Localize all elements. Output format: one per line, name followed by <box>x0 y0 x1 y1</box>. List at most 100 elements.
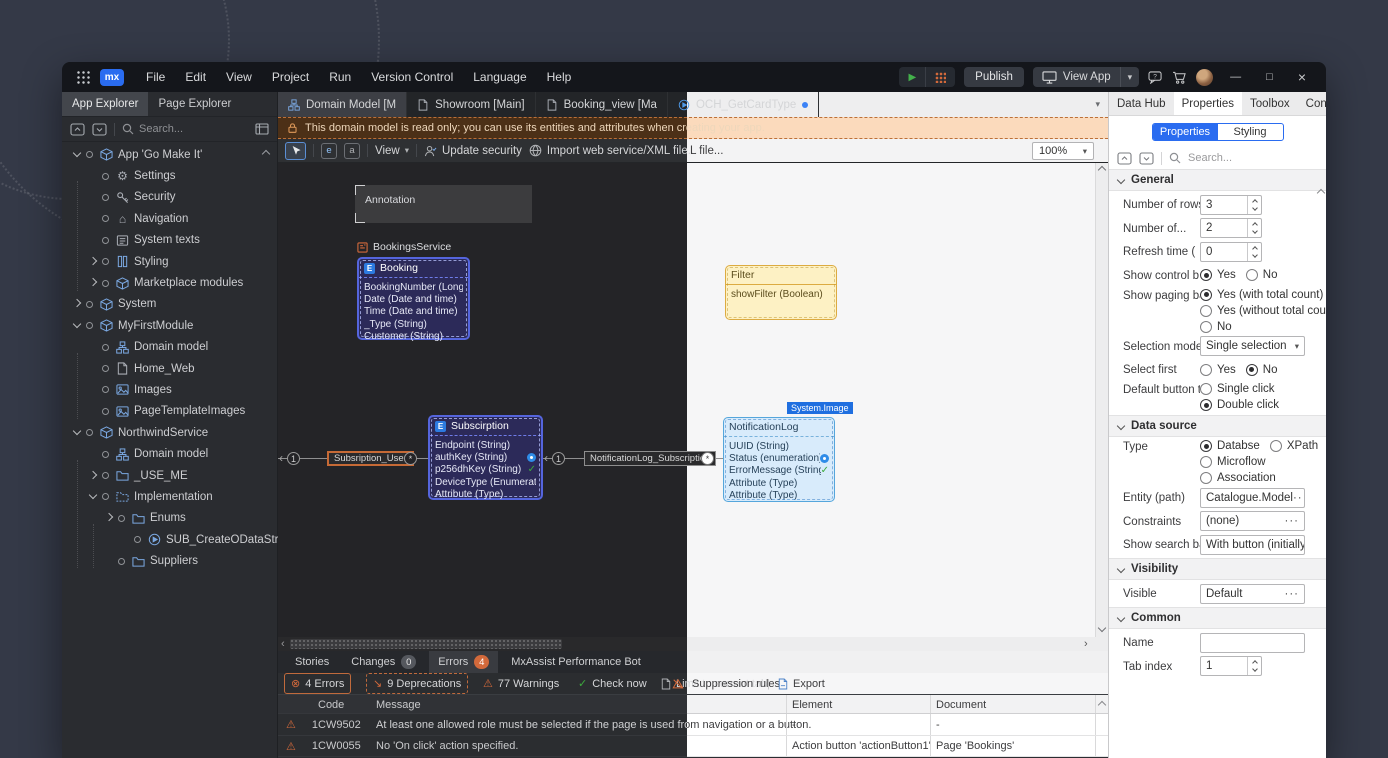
view-menu-button[interactable]: View ▾ <box>375 145 409 157</box>
expander-icon[interactable] <box>70 319 84 333</box>
close-button[interactable]: × <box>1290 69 1314 85</box>
number-of-stepper[interactable]: 2 <box>1200 218 1262 238</box>
canvas-vertical-scrollbar[interactable] <box>1095 163 1108 637</box>
run-app-button[interactable]: ▶ <box>899 67 925 87</box>
minimize-button[interactable]: — <box>1222 71 1249 83</box>
entity-attribute[interactable]: UUID (String) <box>729 440 829 452</box>
warnings-filter-button[interactable]: ⚠77 Warnings <box>483 673 559 694</box>
entity-attribute[interactable]: p256dhKey (String)✓ <box>435 464 536 476</box>
expander-icon[interactable] <box>86 469 100 483</box>
export-button[interactable]: Export <box>778 673 825 694</box>
explorer-search-input[interactable] <box>139 123 229 135</box>
errors-filter-button[interactable]: ⊗4 Errors <box>284 673 351 694</box>
collapse-all-icon[interactable] <box>70 123 85 136</box>
stepper-buttons[interactable] <box>1247 657 1261 675</box>
collapse-all-icon[interactable] <box>1117 152 1132 165</box>
scroll-left-icon[interactable]: ‹ <box>281 637 285 651</box>
radio-xpath[interactable]: XPath <box>1270 440 1318 452</box>
tree-scroll-up-icon[interactable] <box>263 148 269 160</box>
tab-app-explorer[interactable]: App Explorer <box>62 92 148 116</box>
section-visibility[interactable]: Visibility <box>1109 558 1326 580</box>
entity-filter[interactable]: Filter showFilter (Boolean) <box>725 265 837 320</box>
section-general[interactable]: General <box>1109 169 1326 191</box>
domain-model-canvas[interactable]: Annotation BookingsService E Booking Boo… <box>278 163 1108 637</box>
radio-single-click[interactable]: Single click <box>1200 383 1318 395</box>
entity-attribute[interactable]: _Type (String) <box>364 318 463 330</box>
tab-data-hub[interactable]: Data Hub <box>1109 92 1174 115</box>
select-tool-button[interactable] <box>285 142 306 160</box>
menu-help[interactable]: Help <box>537 70 582 84</box>
radio-yes-with-total[interactable]: Yes (with total count) <box>1200 289 1318 301</box>
mendix-logo[interactable]: mx <box>100 69 124 86</box>
browse-button[interactable]: ··· <box>1285 515 1300 527</box>
expand-all-icon[interactable] <box>92 123 107 136</box>
expander-icon[interactable] <box>70 148 84 162</box>
user-avatar[interactable] <box>1196 69 1213 86</box>
tab-index-stepper[interactable]: 1 <box>1200 656 1262 676</box>
entity-attribute[interactable]: Attribute (Type) <box>435 489 536 501</box>
column-message[interactable]: Message <box>376 695 421 714</box>
entity-attribute[interactable]: Time (Date and time) <box>364 306 463 318</box>
refresh-time-stepper[interactable]: 0 <box>1200 242 1262 262</box>
expander-icon[interactable] <box>102 511 116 525</box>
entity-attribute[interactable]: showFilter (Boolean) <box>731 288 831 300</box>
tree-item-northwindservice[interactable]: NorthwindService <box>62 422 277 443</box>
tree-item-implementation[interactable]: Implementation <box>62 486 277 507</box>
section-data-source[interactable]: Data source <box>1109 415 1326 437</box>
layout-filter-icon[interactable] <box>255 123 269 135</box>
tab-page-explorer[interactable]: Page Explorer <box>148 92 241 116</box>
tree-item-home-web[interactable]: Home_Web <box>62 358 277 379</box>
maximize-button[interactable]: □ <box>1258 71 1281 83</box>
scroll-right-icon[interactable]: › <box>1084 637 1088 651</box>
suppression-rules-button[interactable]: Suppression rules <box>672 673 780 694</box>
tree-item-domain-model[interactable]: Domain model <box>62 337 277 358</box>
doc-tab-showroom[interactable]: Showroom [Main] <box>407 92 535 117</box>
deprecations-filter-button[interactable]: ↘9 Deprecations <box>366 673 468 694</box>
tab-stories[interactable]: Stories <box>286 651 338 673</box>
tree-item-suppliers[interactable]: Suppliers <box>62 550 277 571</box>
radio-yes[interactable]: Yes <box>1200 269 1236 281</box>
feedback-icon[interactable]: ? <box>1148 71 1163 84</box>
canvas-horizontal-scrollbar[interactable]: ‹ › <box>278 637 1108 651</box>
entity-booking[interactable]: E Booking BookingNumber (Long) Date (Dat… <box>357 257 470 340</box>
entity-attribute[interactable]: Endpoint (String) <box>435 439 536 451</box>
entity-tool-button[interactable]: e <box>321 143 337 159</box>
radio-yes[interactable]: Yes <box>1200 364 1236 376</box>
tab-changes[interactable]: Changes0 <box>342 651 425 673</box>
tab-mxassist[interactable]: MxAssist Performance Bot <box>502 651 650 673</box>
bookings-service-label[interactable]: BookingsService <box>357 241 451 253</box>
properties-search-input[interactable] <box>1188 152 1288 164</box>
scrollbar-thumb[interactable] <box>290 639 562 649</box>
view-app-button[interactable]: View App ▾ <box>1033 67 1139 87</box>
browse-button[interactable]: ··· <box>1293 492 1305 504</box>
expander-icon[interactable] <box>70 297 84 311</box>
tree-item-enums[interactable]: Enums <box>62 508 277 529</box>
expand-all-icon[interactable] <box>1139 152 1154 165</box>
doc-tab-booking-view[interactable]: Booking_view [Ma <box>536 92 668 117</box>
menu-file[interactable]: File <box>136 70 175 84</box>
entity-path-field[interactable]: Catalogue.Model··· <box>1200 488 1305 508</box>
menu-run[interactable]: Run <box>319 70 361 84</box>
radio-double-click[interactable]: Double click <box>1200 399 1318 411</box>
tree-item-use-me[interactable]: _USE_ME <box>62 465 277 486</box>
check-now-button[interactable]: ✓Check now <box>578 673 647 694</box>
tree-item-system-texts[interactable]: System texts <box>62 230 277 251</box>
entity-attribute[interactable]: authKey (String) <box>435 451 536 463</box>
doc-tab-och-getcardtype[interactable]: OCH_GetCardType <box>668 92 819 117</box>
expander-icon[interactable] <box>86 255 100 269</box>
name-field[interactable] <box>1200 633 1305 653</box>
tab-toolbox[interactable]: Toolbox <box>1242 92 1298 115</box>
radio-database[interactable]: Databse <box>1200 440 1260 452</box>
radio-no[interactable]: No <box>1246 269 1278 281</box>
column-code[interactable]: Code <box>318 695 344 714</box>
tree-item-navigation[interactable]: ⌂ Navigation <box>62 208 277 229</box>
doc-tab-domain-model[interactable]: Domain Model [M <box>278 92 407 117</box>
tree-item-domain-model-nw[interactable]: Domain model <box>62 443 277 464</box>
tree-item-images[interactable]: Images <box>62 379 277 400</box>
column-document[interactable]: Document <box>936 695 986 714</box>
expander-icon[interactable] <box>86 490 100 504</box>
app-grid-icon[interactable] <box>76 70 90 84</box>
menu-version-control[interactable]: Version Control <box>361 70 463 84</box>
selection-mode-select[interactable]: Single selection▾ <box>1200 336 1305 356</box>
tab-errors[interactable]: Errors4 <box>429 651 498 673</box>
